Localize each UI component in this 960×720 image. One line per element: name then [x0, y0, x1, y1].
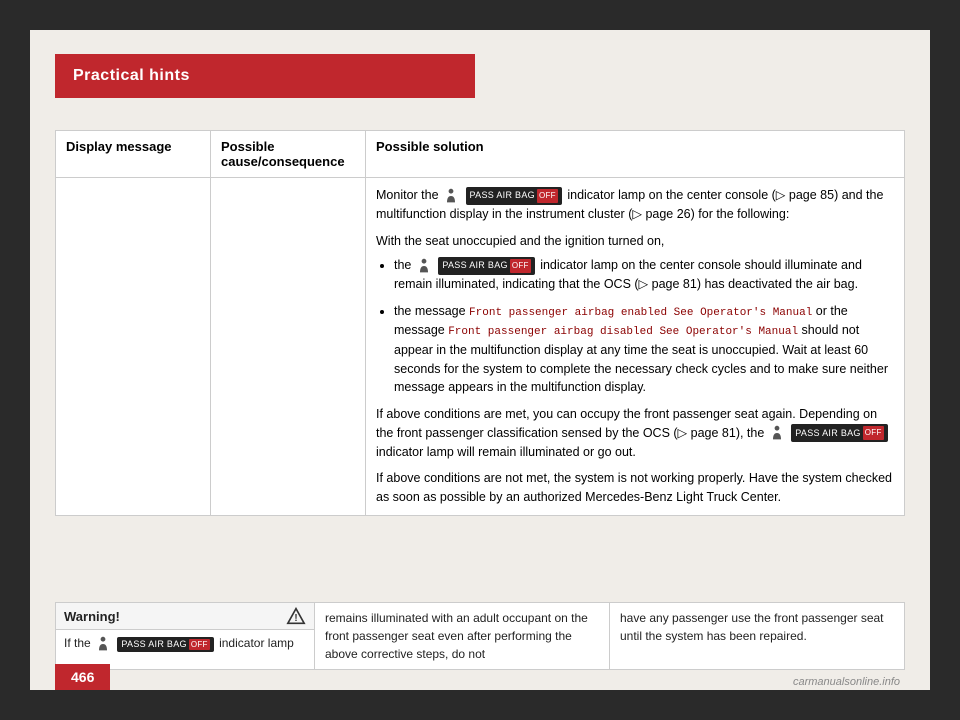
airbag-badge-1: PASS AIR BAG OFF	[466, 187, 562, 205]
warning-continuation-1: remains illuminated with an adult occupa…	[315, 602, 610, 670]
warning-section: Warning! ! If the PASS AIR BAG OFF indic…	[55, 602, 905, 670]
watermark: carmanualsonline.info	[793, 676, 900, 688]
solution-para-4: If above conditions are not met, the sys…	[376, 469, 894, 507]
warning-continuation-2: have any passenger use the front passeng…	[610, 602, 905, 670]
solution-para-1: Monitor the PASS AIR BAG OFF indicator l…	[376, 186, 894, 224]
page-title: Practical hints	[73, 67, 190, 85]
solution-bullet-list: the PASS AIR BAG OFF indicator lamp on t…	[394, 256, 894, 397]
main-table: Display message Possible cause/consequen…	[55, 130, 905, 516]
solution-para-3: If above conditions are met, you can occ…	[376, 405, 894, 461]
airbag-badge-warn: PASS AIR BAG OFF	[117, 637, 213, 652]
main-content: Display message Possible cause/consequen…	[55, 130, 905, 610]
warning-body: If the PASS AIR BAG OFF indicator lamp	[56, 630, 314, 658]
warning-box: Warning! ! If the PASS AIR BAG OFF indic…	[55, 602, 315, 670]
svg-text:!: !	[294, 613, 297, 624]
solution-para-2: With the seat unoccupied and the ignitio…	[376, 232, 894, 251]
person-icon-warn	[95, 636, 111, 652]
person-icon	[443, 188, 459, 204]
person-icon-3	[769, 425, 785, 441]
table-cell-display	[56, 178, 211, 516]
page-number: 466	[55, 664, 110, 690]
header-bar: Practical hints	[55, 54, 475, 98]
airbag-badge-2: PASS AIR BAG OFF	[438, 257, 534, 275]
col-header-display: Display message	[56, 131, 211, 178]
col-header-cause: Possible cause/consequence	[211, 131, 366, 178]
code-text-1: Front passenger airbag enabled See Opera…	[469, 307, 812, 319]
bullet-item-1: the PASS AIR BAG OFF indicator lamp on t…	[394, 256, 894, 294]
bullet-item-2: the message Front passenger airbag enabl…	[394, 302, 894, 397]
warning-header: Warning! !	[56, 603, 314, 630]
warning-label: Warning!	[64, 609, 120, 624]
code-text-2: Front passenger airbag disabled See Oper…	[448, 326, 798, 338]
warning-triangle-icon: !	[286, 607, 306, 625]
table-cell-cause	[211, 178, 366, 516]
col-header-solution: Possible solution	[366, 131, 905, 178]
airbag-badge-3: PASS AIR BAG OFF	[791, 424, 887, 442]
person-icon-2	[416, 258, 432, 274]
table-cell-solution: Monitor the PASS AIR BAG OFF indicator l…	[366, 178, 905, 516]
